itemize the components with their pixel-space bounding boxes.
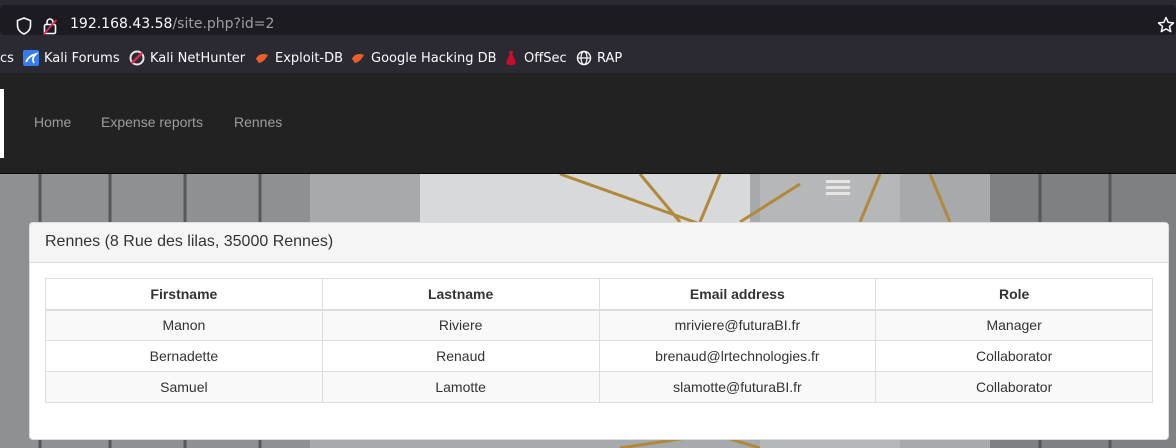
cell-role: Collaborator [875, 340, 1153, 372]
bookmark-label: RAP [597, 50, 623, 66]
cell-lastname: Renaud [321, 340, 600, 372]
bookmark-label: OffSec [524, 50, 567, 66]
panel-title: Rennes (8 Rue des lilas, 35000 Rennes) [45, 233, 334, 250]
panel-body: Firstname Lastname Email address Role Ma… [30, 263, 1168, 418]
column-header-role: Role [875, 278, 1153, 311]
bookmark-exploit-db[interactable]: Exploit-DB [254, 49, 343, 67]
cell-role: Manager [875, 309, 1153, 341]
browser-toolbar: 192.168.43.58/site.php?id=2 [0, 0, 1176, 41]
bookmark-label: Kali Forums [44, 50, 120, 66]
cell-lastname: Lamotte [321, 371, 600, 403]
table-row: Bernadette Renaud brenaud@lrtechnologies… [45, 340, 1153, 372]
bookmark-label: cs [0, 50, 14, 66]
cell-firstname: Manon [45, 309, 323, 341]
cell-email: slamotte@futuraBI.fr [598, 371, 877, 403]
globe-icon [576, 50, 592, 66]
cell-email: mriviere@futuraBI.fr [598, 309, 877, 341]
offsec-icon [506, 51, 516, 65]
column-header-lastname: Lastname [321, 278, 600, 311]
url-path: /site.php?id=2 [172, 16, 275, 32]
exploit-db-icon [256, 54, 268, 63]
table-row: Samuel Lamotte slamotte@futuraBI.fr Coll… [45, 371, 1153, 403]
nav-home-link[interactable]: Home [34, 114, 71, 130]
cell-firstname: Bernadette [45, 340, 323, 372]
bookmark-label: Google Hacking DB [371, 50, 497, 66]
panel-heading: Rennes (8 Rue des lilas, 35000 Rennes) [30, 223, 1168, 263]
brand-logo[interactable] [0, 89, 4, 158]
cell-lastname: Riviere [321, 309, 600, 341]
column-header-email: Email address [598, 278, 877, 311]
bookmark-label: Exploit-DB [275, 50, 344, 66]
column-header-firstname: Firstname [45, 278, 323, 311]
cell-role: Collaborator [875, 371, 1153, 403]
bookmark-kali-nethunter[interactable]: Kali NetHunter [129, 49, 245, 67]
nav-expense-reports-link[interactable]: Expense reports [101, 114, 203, 130]
kali-dragon-icon [23, 50, 39, 66]
address-bar[interactable]: 192.168.43.58/site.php?id=2 [0, 5, 1176, 35]
store-panel: Rennes (8 Rue des lilas, 35000 Rennes) F… [29, 222, 1169, 440]
bookmark-star-icon[interactable] [1157, 16, 1175, 34]
bookmark-cs[interactable]: cs [0, 49, 14, 67]
table-header-row: Firstname Lastname Email address Role [45, 278, 1153, 311]
nethunter-icon [129, 50, 145, 66]
bookmarks-toolbar: cs Kali Forums Kali NetHunter Exploit-DB… [0, 41, 1176, 73]
lock-insecure-icon[interactable] [43, 17, 57, 35]
url-host: 192.168.43.58 [70, 16, 173, 32]
nav-rennes-link[interactable]: Rennes [234, 114, 282, 130]
table-row: Manon Riviere mriviere@futuraBI.fr Manag… [45, 309, 1153, 341]
ghdb-icon [352, 54, 364, 63]
bookmark-offsec[interactable]: OffSec [503, 49, 567, 67]
bookmark-ghdb[interactable]: Google Hacking DB [350, 49, 497, 67]
employees-table: Firstname Lastname Email address Role Ma… [45, 278, 1153, 403]
url-text[interactable]: 192.168.43.58/site.php?id=2 [70, 16, 274, 32]
cell-firstname: Samuel [45, 371, 323, 403]
bookmark-kali-forums[interactable]: Kali Forums [23, 49, 120, 67]
bookmark-label: Kali NetHunter [150, 50, 246, 66]
shield-icon[interactable] [16, 17, 32, 35]
site-navbar: Home Expense reports Rennes [0, 73, 1176, 174]
bookmark-rap[interactable]: RAP [576, 49, 622, 67]
cell-email: brenaud@lrtechnologies.fr [598, 340, 877, 372]
